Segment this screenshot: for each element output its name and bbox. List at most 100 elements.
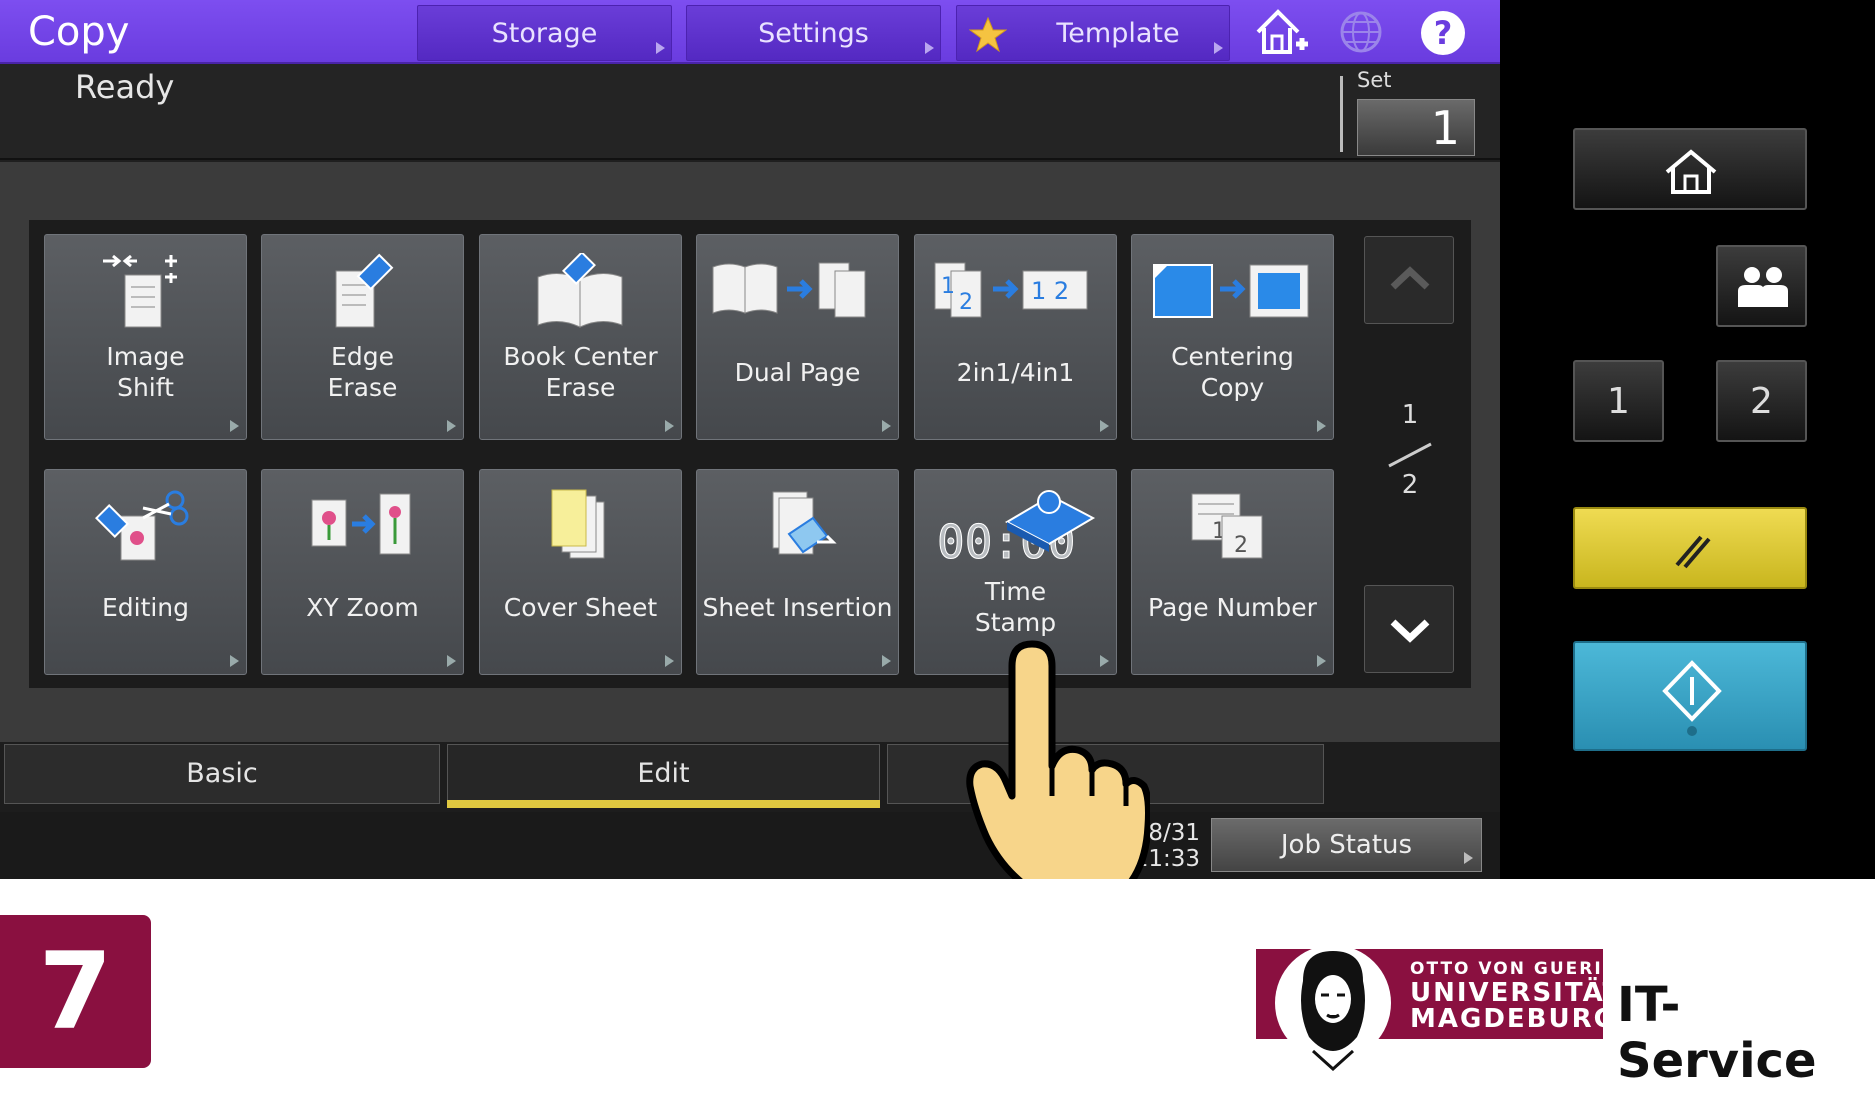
storage-button[interactable]: Storage [417,5,672,61]
job-status-button[interactable]: Job Status [1211,818,1482,872]
user-switch-button[interactable] [1716,245,1807,327]
edge-erase-button[interactable]: Edge Erase [261,234,464,440]
start-icon [1662,660,1722,736]
page-number-icon: 1 2 [1191,493,1263,559]
start-button[interactable] [1573,641,1807,751]
editing-button[interactable]: Editing [44,469,247,675]
dual-page-icon [712,262,866,318]
more-arrow-icon [656,42,665,54]
cover-sheet-button[interactable]: Cover Sheet [479,469,682,675]
set-count-field[interactable]: 1 [1357,99,1475,156]
more-arrow-icon [1464,852,1473,864]
dual-page-button[interactable]: Dual Page [696,234,899,440]
slide-footer: 7 OTTO VON GUERICKE UNIVERSITÄT MAGDEBUR… [0,879,1875,1094]
tab-basic[interactable]: Basic [4,744,440,804]
centering-copy-icon [1153,264,1309,318]
tab-edit[interactable]: Edit [447,744,880,804]
image-shift-button[interactable]: Image Shift [44,234,247,440]
home-icon [1665,149,1717,194]
users-icon [1738,267,1788,307]
book-center-erase-button[interactable]: Book Center Erase [479,234,682,440]
time-stamp-icon: 00:00 [937,490,1096,566]
chevron-down-icon [1390,619,1430,643]
machine-status: Ready [75,68,175,106]
svg-text:1: 1 [941,274,955,299]
active-tab-indicator [447,800,880,808]
pointing-hand-icon [966,640,1150,879]
home-add-icon[interactable] [1250,4,1310,60]
image-shift-icon [103,254,177,328]
function-label: Centering Copy [1171,342,1294,402]
app-title: Copy [28,9,130,55]
set-label: Set [1357,68,1392,92]
step-number: 7 [0,915,151,1068]
logo-line-3: MAGDEBURG [1410,1004,1617,1034]
help-icon[interactable]: ? [1414,4,1474,60]
hardware-panel: 1 2 [1500,0,1875,879]
centering-copy-button[interactable]: Centering Copy [1131,234,1334,440]
function-label: XY Zoom [306,593,419,622]
settings-label: Settings [758,18,869,49]
cover-sheet-icon [551,489,605,559]
star-icon [969,17,1007,53]
scroll-down-button[interactable] [1364,585,1454,673]
more-arrow-icon [1317,655,1326,667]
more-arrow-icon [882,655,891,667]
page-indicator: 1 2 [1380,400,1440,510]
more-arrow-icon [1317,420,1326,432]
more-arrow-icon [1214,42,1223,54]
book-center-erase-icon [537,253,623,328]
memory-2-button[interactable]: 2 [1716,360,1807,442]
chevron-up-icon [1390,266,1430,290]
more-arrow-icon [230,655,239,667]
svg-text:?: ? [1434,14,1453,52]
2in1-4in1-icon: 1 2 1 2 [934,262,1088,318]
logo-line-1: OTTO VON GUERICKE [1410,959,1646,979]
function-label: 2in1/4in1 [956,358,1075,387]
function-label: Editing [101,593,190,622]
status-area: Ready Set 1 [0,64,1500,160]
svg-text:2: 2 [1234,533,1248,558]
page-current: 1 [1401,400,1419,430]
xy-zoom-button[interactable]: XY Zoom [261,469,464,675]
more-arrow-icon [230,420,239,432]
template-button[interactable]: Template [956,5,1230,61]
guericke-portrait-icon [1275,945,1391,1071]
sheet-insertion-icon [772,491,837,555]
template-label: Template [1056,18,1180,49]
scroll-up-button[interactable] [1364,236,1454,324]
slash-divider [1388,442,1432,468]
function-label: Image Shift [106,342,185,402]
function-label: Time Stamp [974,577,1057,637]
service-name: IT-Service [1617,977,1817,1089]
2in1-4in1-button[interactable]: 1 2 1 2 2in1/4in1 [914,234,1117,440]
more-arrow-icon [925,42,934,54]
function-label: Cover Sheet [503,593,658,622]
svg-text:2: 2 [959,290,973,315]
settings-button[interactable]: Settings [686,5,941,61]
function-label: Page Number [1148,593,1317,622]
function-label: Dual Page [734,358,861,387]
function-label: Book Center Erase [503,342,658,402]
reset-icon [1675,535,1711,569]
editing-icon [95,490,189,561]
sheet-insertion-button[interactable]: Sheet Insertion [696,469,899,675]
more-arrow-icon [665,655,674,667]
tab-bar: Basic Edit [0,742,1500,812]
storage-label: Storage [491,18,598,49]
function-label: Edge Erase [327,342,398,402]
memory-1-button[interactable]: 1 [1573,360,1664,442]
top-bar: Copy Storage Settings Template ? [0,0,1500,64]
more-arrow-icon [1100,420,1109,432]
xy-zoom-icon [311,493,411,555]
job-status-label: Job Status [1280,830,1413,860]
globe-icon [1333,4,1393,60]
function-label: Sheet Insertion [702,593,893,622]
bottom-bar: )8/31 11:33 Job Status [0,812,1500,879]
copier-touch-screen: Copy Storage Settings Template ? Ready S… [0,0,1500,879]
reset-button[interactable] [1573,507,1807,589]
page-total: 2 [1401,470,1419,500]
page-number-button[interactable]: 1 2 Page Number [1131,469,1334,675]
home-button[interactable] [1573,128,1807,210]
more-arrow-icon [447,420,456,432]
